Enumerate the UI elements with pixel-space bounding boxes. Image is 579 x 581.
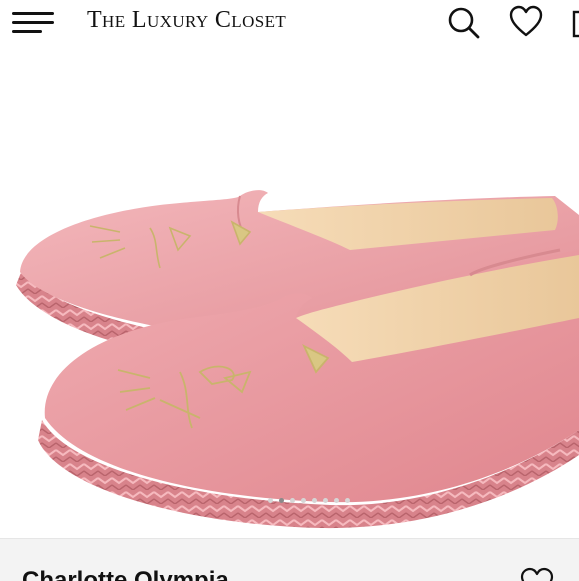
- product-info-panel: Charlotte Olympia: [0, 538, 579, 581]
- image-carousel-indicator[interactable]: [0, 498, 579, 506]
- carousel-dot[interactable]: [312, 498, 317, 503]
- bag-icon[interactable]: [572, 4, 579, 40]
- brand-logo[interactable]: The Luxury Closet: [87, 7, 286, 34]
- hamburger-menu-icon[interactable]: [12, 10, 56, 34]
- carousel-dot[interactable]: [268, 498, 273, 503]
- heart-icon[interactable]: [508, 4, 544, 40]
- top-header: The Luxury Closet: [0, 0, 579, 46]
- search-icon[interactable]: [445, 4, 481, 40]
- carousel-dot[interactable]: [290, 498, 295, 503]
- carousel-dot[interactable]: [301, 498, 306, 503]
- shoe-illustration: [16, 190, 579, 529]
- carousel-dot[interactable]: [345, 498, 350, 503]
- carousel-dot[interactable]: [323, 498, 328, 503]
- carousel-dot-active[interactable]: [279, 498, 284, 503]
- product-brand-name[interactable]: Charlotte Olympia: [22, 567, 229, 581]
- carousel-dot[interactable]: [334, 498, 339, 503]
- product-image[interactable]: [0, 46, 579, 536]
- heart-outline-icon[interactable]: [519, 567, 555, 581]
